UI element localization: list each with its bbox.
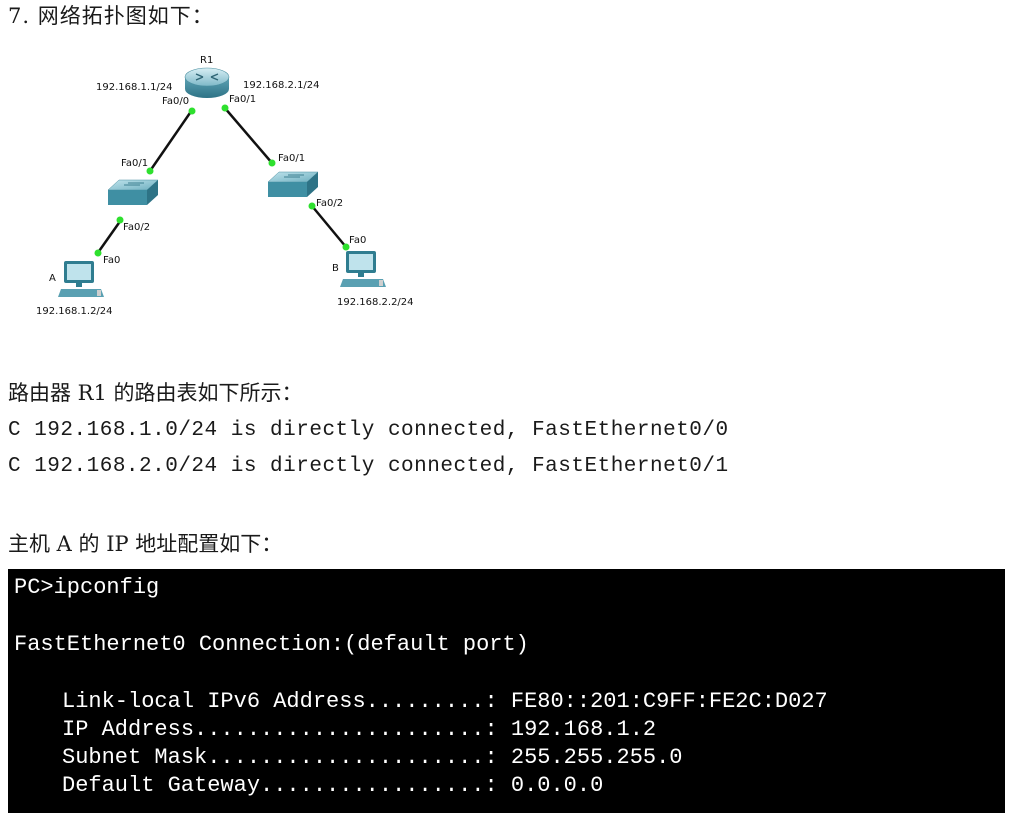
pc-b-icon[interactable]: [340, 251, 386, 287]
console-row-mask: Subnet Mask.....................: 255.25…: [62, 745, 683, 770]
switch-right-port-down: Fa0/2: [316, 198, 343, 209]
ipconfig-console: PC>ipconfig FastEthernet0 Connection:(de…: [8, 569, 1005, 813]
pc-a-name: A: [49, 273, 56, 284]
switch-left-icon[interactable]: [107, 179, 159, 205]
link-swleft-pca: [95, 219, 123, 255]
host-a-intro: 主机 A 的 IP 地址配置如下：: [8, 532, 283, 556]
question-title: 7. 网络拓扑图如下：: [8, 4, 214, 28]
console-row-gateway: Default Gateway.................: 0.0.0.…: [62, 773, 604, 798]
switch-left-port-down: Fa0/2: [123, 222, 150, 233]
pc-b-ip: 192.168.2.2/24: [337, 297, 414, 308]
link-swright-pcb: [311, 205, 347, 248]
console-heading: FastEthernet0 Connection:(default port): [14, 632, 529, 657]
router-name: R1: [200, 55, 213, 66]
pc-a-port: Fa0: [103, 255, 120, 266]
pc-a-icon[interactable]: [58, 261, 104, 297]
console-row-ip: IP Address......................: 192.16…: [62, 717, 657, 742]
router-icon[interactable]: [184, 67, 230, 98]
switch-right-port-up: Fa0/1: [278, 153, 305, 164]
pc-a-ip: 192.168.1.2/24: [36, 306, 113, 317]
switch-left-port-up: Fa0/1: [121, 158, 148, 169]
network-topology-diagram: R1 192.168.1.1/24 192.168.2.1/24 Fa0/0 F…: [36, 55, 414, 317]
link-r1-swleft: [148, 109, 194, 172]
pc-b-name: B: [332, 263, 339, 274]
router-port-right: Fa0/1: [229, 94, 256, 105]
routing-table-entry-1: C 192.168.1.0/24 is directly connected, …: [8, 419, 729, 442]
router-port-left: Fa0/0: [162, 96, 189, 107]
routing-table-intro: 路由器 R1 的路由表如下所示：: [8, 381, 303, 405]
pc-b-port: Fa0: [349, 235, 366, 246]
console-row-ipv6: Link-local IPv6 Address.........: FE80::…: [62, 689, 828, 714]
switch-right-icon[interactable]: [267, 171, 319, 197]
router-ip-left: 192.168.1.1/24: [96, 82, 173, 93]
link-r1-swright: [223, 106, 273, 164]
console-prompt: PC>ipconfig: [14, 575, 160, 600]
routing-table-entry-2: C 192.168.2.0/24 is directly connected, …: [8, 455, 729, 478]
router-ip-right: 192.168.2.1/24: [243, 80, 320, 91]
